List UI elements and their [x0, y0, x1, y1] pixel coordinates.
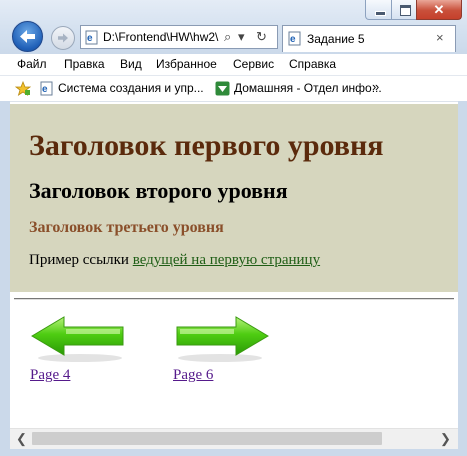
menu-view[interactable]: Вид — [120, 57, 142, 72]
window-frame-left — [0, 101, 10, 456]
tab-title: Задание 5 — [307, 32, 365, 46]
back-arrow-icon — [20, 30, 35, 43]
refresh-icon[interactable]: ↻ — [256, 29, 267, 45]
svg-text:e: e — [290, 34, 296, 45]
favorites-star-icon[interactable] — [15, 81, 31, 96]
first-page-link[interactable]: ведущей на первую страницу — [133, 252, 320, 268]
forward-button[interactable] — [51, 26, 75, 50]
left-arrow-icon[interactable] — [30, 314, 126, 364]
menu-tools[interactable]: Сервис — [233, 57, 274, 72]
scroll-right-icon[interactable]: ❯ — [440, 430, 451, 447]
right-arrow-icon[interactable] — [174, 314, 270, 364]
window-frame-right — [458, 101, 467, 456]
maximize-icon — [400, 5, 411, 16]
svg-text:e: e — [42, 84, 48, 95]
close-icon: ✕ — [433, 2, 445, 17]
scrollbar-thumb[interactable] — [32, 432, 382, 445]
page-icon: e — [40, 81, 53, 96]
search-icon[interactable]: ⌕ — [224, 29, 231, 45]
window-frame-bottom — [0, 448, 467, 456]
horizontal-scrollbar[interactable]: ❮ ❯ — [10, 428, 458, 449]
paragraph-text: Пример ссылки — [29, 252, 133, 268]
menu-bar: Файл Правка Вид Избранное Сервис Справка — [0, 54, 467, 76]
page-icon: e — [85, 30, 98, 45]
minimize-icon — [375, 11, 386, 16]
link-paragraph: Пример ссылки ведущей на первую страницу — [29, 251, 320, 270]
heading-level-2: Заголовок второго уровня — [29, 178, 288, 203]
maximize-button[interactable] — [391, 0, 417, 20]
chevron-down-icon[interactable]: ▾ — [238, 29, 245, 45]
tab-page-icon: e — [288, 31, 301, 46]
prev-page-link[interactable]: Page 4 — [30, 366, 70, 385]
forward-arrow-icon — [58, 33, 68, 43]
menu-help[interactable]: Справка — [289, 57, 336, 72]
favorite-item-1[interactable]: Система создания и упр... — [58, 81, 204, 96]
favorite-site-icon — [215, 81, 230, 96]
menu-edit[interactable]: Правка — [64, 57, 105, 72]
favorite-item-2[interactable]: Домашняя - Отдел инфо... — [234, 81, 382, 96]
tab-close-icon[interactable]: × — [436, 30, 444, 46]
next-page-link[interactable]: Page 6 — [173, 366, 213, 385]
minimize-button[interactable] — [365, 0, 392, 20]
page-content: Заголовок первого уровня Заголовок второ… — [10, 104, 458, 427]
page-header: Заголовок первого уровня Заголовок второ… — [10, 104, 458, 292]
svg-text:e: e — [87, 33, 93, 44]
menu-favorites[interactable]: Избранное — [156, 57, 217, 72]
scroll-left-icon[interactable]: ❮ — [16, 430, 27, 447]
address-input[interactable]: D:\Frontend\HW\hw2\ — [103, 29, 221, 45]
address-bar[interactable]: e D:\Frontend\HW\hw2\ ⌕ ▾ ↻ — [80, 25, 278, 49]
favorites-bar: e Система создания и упр... Домашняя - О… — [0, 76, 467, 102]
favorites-more-icon[interactable]: » — [372, 79, 379, 94]
title-bar: ✕ e D:\Frontend\HW\hw2\ ⌕ ▾ ↻ e Задание … — [0, 0, 467, 54]
divider — [14, 298, 454, 300]
tab-active[interactable]: e Задание 5 × — [282, 25, 456, 52]
close-window-button[interactable]: ✕ — [416, 0, 462, 20]
heading-level-1: Заголовок первого уровня — [29, 129, 384, 162]
browser-window: ✕ e D:\Frontend\HW\hw2\ ⌕ ▾ ↻ e Задание … — [0, 0, 467, 456]
back-button[interactable] — [12, 21, 43, 52]
menu-file[interactable]: Файл — [17, 57, 47, 72]
heading-level-3: Заголовок третьего уровня — [29, 219, 224, 236]
